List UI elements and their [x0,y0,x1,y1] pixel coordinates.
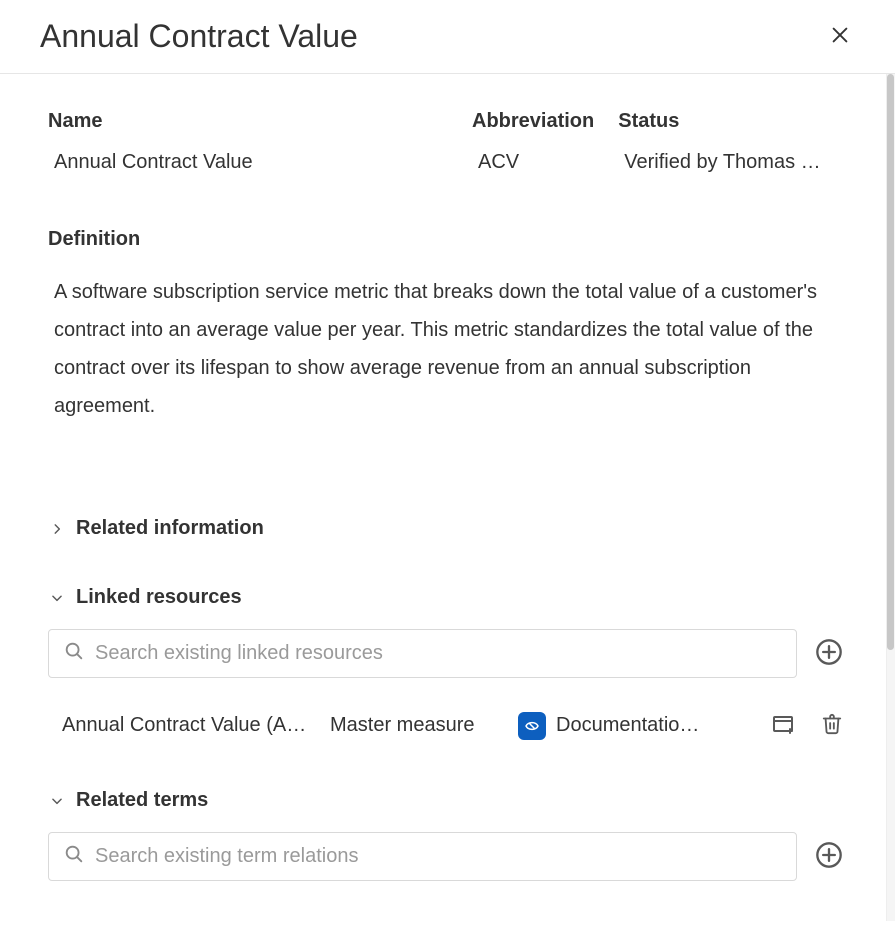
linked-resources-search[interactable] [48,629,797,678]
resource-type: Master measure [330,714,500,737]
status-label: Status [618,110,847,133]
search-icon [63,843,85,870]
section-title: Related terms [76,789,208,812]
name-label: Name [48,110,448,133]
dialog-header: Annual Contract Value [0,0,895,74]
section-related-information: Related information [48,517,847,540]
abbreviation-value: ACV [472,151,594,174]
plus-circle-icon [815,841,843,872]
section-title: Linked resources [76,586,242,609]
chevron-down-icon [48,591,66,605]
chevron-down-icon [48,794,66,808]
section-toggle-related-terms[interactable]: Related terms [48,789,847,812]
name-value: Annual Contract Value [48,151,448,174]
status-value: Verified by Thomas … [618,151,847,174]
section-linked-resources: Linked resources [48,586,847,743]
scrollbar-thumb[interactable] [887,74,894,650]
dialog-body: Name Annual Contract Value Abbreviation … [0,74,895,921]
close-button[interactable] [825,20,855,53]
resource-doc-label[interactable]: Documentatio… [556,714,699,737]
section-toggle-related-information[interactable]: Related information [48,517,847,540]
section-toggle-linked-resources[interactable]: Linked resources [48,586,847,609]
close-icon [829,24,851,49]
add-related-term-button[interactable] [811,837,847,876]
app-badge-icon [518,712,546,740]
plus-circle-icon [815,638,843,669]
open-window-icon [771,712,795,739]
search-icon [63,640,85,667]
section-related-terms: Related terms [48,789,847,881]
open-resource-button[interactable] [767,708,799,743]
linked-resources-search-input[interactable] [95,642,782,665]
linked-resource-row: Annual Contract Value (ACV) … Master mea… [48,708,847,743]
related-terms-search-input[interactable] [95,845,782,868]
section-title: Related information [76,517,264,540]
definition-label: Definition [48,228,847,251]
abbreviation-label: Abbreviation [472,110,594,133]
definition-block: Definition A software subscription servi… [48,228,847,425]
add-linked-resource-button[interactable] [811,634,847,673]
definition-text: A software subscription service metric t… [48,273,847,425]
chevron-right-icon [48,522,66,536]
resource-name: Annual Contract Value (ACV) … [62,714,312,737]
related-terms-search[interactable] [48,832,797,881]
summary-fields: Name Annual Contract Value Abbreviation … [48,110,847,174]
delete-resource-button[interactable] [817,709,847,742]
vertical-scrollbar[interactable] [886,74,895,921]
trash-icon [821,713,843,738]
page-title: Annual Contract Value [40,18,358,55]
